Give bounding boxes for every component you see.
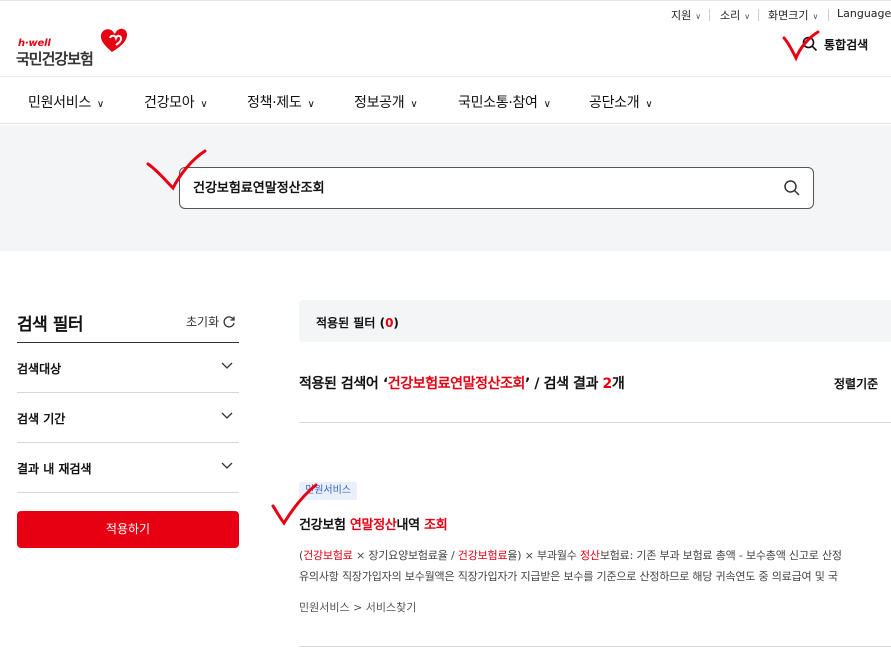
divider (17, 392, 239, 393)
chevron-down-icon: ∨ (410, 99, 418, 110)
logo-name: 국민건강보험 (16, 50, 94, 68)
applied-filter-count: 0 (385, 316, 394, 330)
search-box (179, 167, 814, 209)
chevron-down-icon: ∨ (96, 99, 104, 110)
chevron-down-icon (221, 362, 233, 369)
utility-bar: 지원 ∨ 소리 ∨ 화면크기 ∨ Language (0, 0, 891, 26)
reset-button[interactable]: 초기화 (186, 313, 236, 330)
nav-health-moa[interactable]: 건강모아 ∨ (144, 92, 208, 112)
divider (17, 342, 239, 343)
divider (17, 492, 239, 493)
filter-title: 검색 필터 (17, 315, 83, 335)
chevron-down-icon: ∨ (543, 99, 551, 110)
divider (828, 9, 829, 21)
nav-communication[interactable]: 국민소통·참여 ∨ (458, 92, 551, 112)
nav-about[interactable]: 공단소개 ∨ (589, 92, 653, 112)
result-summary: 적용된 검색어 ‘건강보험료연말정산조회’ / 검색 결과 2개 (299, 376, 625, 392)
result-breadcrumb[interactable]: 민원서비스 > 서비스찾기 (299, 599, 416, 615)
search-button[interactable] (783, 179, 801, 197)
nav-civil-service[interactable]: 민원서비스 ∨ (28, 92, 104, 112)
divider (709, 9, 710, 21)
heart-icon (100, 28, 127, 52)
divider (758, 9, 759, 21)
sound-menu[interactable]: 소리 ∨ (720, 7, 750, 23)
chevron-down-icon: ∨ (645, 99, 653, 110)
divider (299, 646, 891, 647)
result-title[interactable]: 건강보험 연말정산내역 조회 (299, 514, 448, 533)
search-hero (0, 125, 891, 251)
applied-filter-box: 적용된 필터 (0) (299, 300, 891, 342)
unified-search-label: 통합검색 (824, 38, 869, 52)
sort-label[interactable]: 정렬기준 (834, 375, 878, 392)
site-logo[interactable]: h·well 국민건강보험 (16, 26, 128, 68)
search-input[interactable] (193, 179, 753, 194)
chevron-down-icon (221, 462, 233, 469)
divider (17, 442, 239, 443)
chevron-down-icon: ∨ (200, 99, 208, 110)
chevron-down-icon: ∨ (695, 12, 702, 21)
chevron-down-icon: ∨ (744, 12, 751, 21)
divider (299, 422, 891, 423)
result-description: (건강보험료 × 장기요양보험료율 / 건강보험료율) × 부과월수 정산보험료… (299, 549, 842, 562)
filter-period[interactable]: 검색 기간 (17, 410, 239, 430)
apply-button[interactable]: 적용하기 (17, 511, 239, 548)
nav-information[interactable]: 정보공개 ∨ (354, 92, 418, 112)
refresh-icon (223, 316, 235, 328)
chevron-down-icon: ∨ (812, 12, 819, 21)
support-menu[interactable]: 지원 ∨ (671, 7, 701, 23)
nav-policy[interactable]: 정책·제도 ∨ (247, 92, 315, 112)
main-navigation: 민원서비스 ∨ 건강모아 ∨ 정책·제도 ∨ 정보공개 ∨ 국민소통·참여 ∨ 공단소개 ∨ (0, 76, 891, 124)
category-badge: 민원서비스 (299, 482, 357, 500)
filter-research[interactable]: 결과 내 재검색 (17, 460, 239, 480)
zoom-menu[interactable]: 화면크기 ∨ (768, 7, 818, 23)
chevron-down-icon (221, 412, 233, 419)
chevron-down-icon: ∨ (307, 99, 315, 110)
search-icon (802, 36, 818, 52)
filter-target[interactable]: 검색대상 (17, 360, 239, 380)
result-description: 유의사항 직장가입자의 보수월액은 직장가입자가 지급받은 보수를 기준으로 산… (299, 570, 838, 583)
language-menu[interactable]: Language (837, 7, 891, 20)
